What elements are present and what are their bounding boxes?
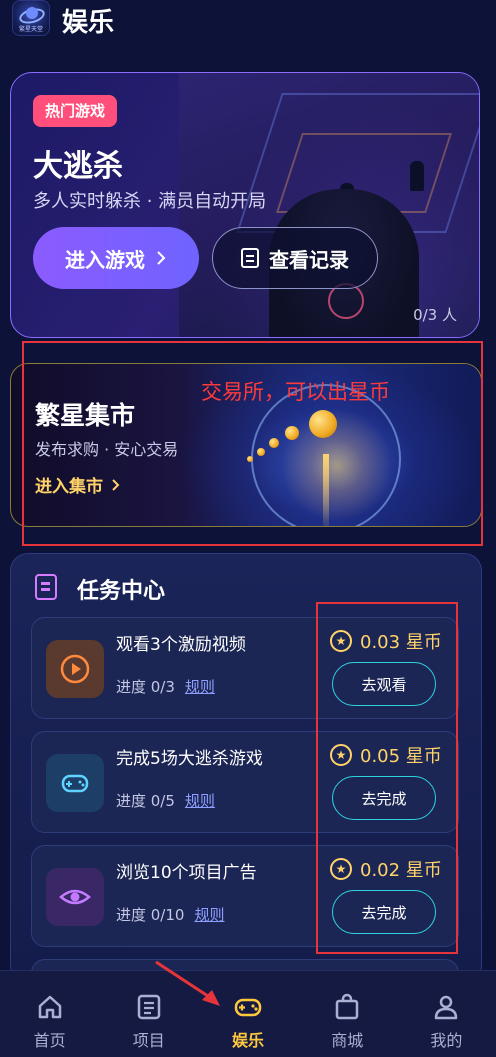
document-icon [241, 248, 259, 268]
complete-task-button[interactable]: 去完成 [332, 890, 436, 934]
market-card[interactable]: 交易所，可以出星币 繁星集市 发布求购 · 安心交易 进入集市 [10, 363, 482, 527]
gamepad-icon [61, 774, 89, 793]
page-title: 娱乐 [62, 8, 115, 38]
nav-item-home[interactable]: 首页 [0, 971, 99, 1057]
task-progress-text: 进度 0/5 [116, 792, 175, 810]
view-records-button[interactable]: 查看记录 [212, 227, 378, 289]
task-center-title: 任务中心 [77, 579, 166, 604]
app-logo: 繁星天堂 [12, 0, 50, 36]
nav-item-projects[interactable]: 项目 [99, 971, 198, 1057]
game-subtitle: 多人实时躲杀 · 满员自动开局 [33, 191, 267, 212]
nav-label: 我的 [430, 1031, 463, 1050]
task-icon-box [46, 640, 104, 698]
coin-icon [309, 410, 337, 438]
task-item: 浏览10个项目广告 进度 0/10 规则 ★ 0.02 星币 去完成 [31, 845, 459, 947]
eye-icon [59, 889, 91, 905]
task-rule-link[interactable]: 规则 [185, 678, 215, 696]
task-icon-box [46, 868, 104, 926]
task-progress: 进度 0/10 规则 [116, 904, 224, 925]
task-name: 浏览10个项目广告 [116, 863, 257, 883]
scene-figure [410, 161, 424, 191]
task-reward-value: 0.03 星币 [360, 632, 442, 653]
enter-game-label: 进入游戏 [65, 247, 145, 272]
task-reward: ★ 0.05 星币 [330, 742, 442, 768]
task-progress: 进度 0/5 规则 [116, 790, 215, 811]
task-rule-link[interactable]: 规则 [185, 792, 215, 810]
bottom-nav: 首页 项目 娱乐 商城 我的 [0, 970, 496, 1057]
market-annotation: 交易所，可以出星币 [201, 380, 390, 404]
chevron-right-icon [157, 251, 166, 265]
watch-video-button[interactable]: 去观看 [332, 662, 436, 706]
market-subtitle: 发布求购 · 安心交易 [35, 440, 179, 459]
home-icon [38, 995, 61, 1019]
user-icon [435, 995, 458, 1020]
task-center: 任务中心 观看3个激励视频 进度 0/3 规则 ★ 0.03 星币 去观看 完成… [10, 553, 482, 983]
list-icon [137, 994, 161, 1020]
nav-item-shop[interactable]: 商城 [298, 971, 397, 1057]
gamepad-icon [234, 998, 262, 1017]
nav-label: 项目 [132, 1031, 165, 1050]
task-item: 观看3个激励视频 进度 0/3 规则 ★ 0.03 星币 去观看 [31, 617, 459, 719]
star-coin-icon: ★ [330, 858, 352, 880]
market-title: 繁星集市 [35, 401, 136, 430]
coin-icon [257, 448, 265, 456]
task-name: 完成5场大逃杀游戏 [116, 749, 263, 769]
nav-label: 娱乐 [232, 1031, 265, 1050]
hot-game-badge: 热门游戏 [33, 95, 118, 127]
clipboard-icon [35, 574, 57, 600]
view-records-label: 查看记录 [269, 247, 349, 272]
player-count: 0/3 人 [413, 306, 457, 324]
hero-game-card[interactable]: 热门游戏 大逃杀 多人实时躲杀 · 满员自动开局 进入游戏 查看记录 0/3 人 [10, 72, 480, 338]
logo-text: 繁星天堂 [18, 26, 43, 33]
task-progress-text: 进度 0/3 [116, 678, 175, 696]
coin-icon [285, 426, 299, 440]
enter-game-button[interactable]: 进入游戏 [33, 227, 199, 289]
play-icon [60, 654, 90, 684]
logo-planet [26, 7, 38, 19]
nav-item-profile[interactable]: 我的 [397, 971, 496, 1057]
task-reward: ★ 0.02 星币 [330, 856, 442, 882]
coin-icon [269, 438, 279, 448]
game-title: 大逃杀 [33, 149, 123, 184]
header: 繁星天堂 娱乐 [0, 0, 496, 40]
nav-item-entertainment[interactable]: 娱乐 [198, 971, 297, 1057]
nav-label: 商城 [331, 1031, 364, 1050]
task-progress: 进度 0/3 规则 [116, 676, 215, 697]
task-reward: ★ 0.03 星币 [330, 628, 442, 654]
task-name: 观看3个激励视频 [116, 635, 246, 655]
coin-icon [247, 456, 253, 462]
shopping-bag-icon [335, 993, 359, 1020]
enter-market-label: 进入集市 [35, 477, 103, 497]
nav-label: 首页 [33, 1031, 66, 1050]
task-item: 完成5场大逃杀游戏 进度 0/5 规则 ★ 0.05 星币 去完成 [31, 731, 459, 833]
task-icon-box [46, 754, 104, 812]
star-coin-icon: ★ [330, 744, 352, 766]
enter-market-link[interactable]: 进入集市 [35, 472, 121, 497]
task-progress-text: 进度 0/10 [116, 906, 185, 924]
star-coin-icon: ★ [330, 630, 352, 652]
task-reward-value: 0.02 星币 [360, 860, 442, 881]
light-beam [323, 454, 329, 526]
task-reward-value: 0.05 星币 [360, 746, 442, 767]
task-rule-link[interactable]: 规则 [194, 906, 224, 924]
chevron-right-icon [112, 478, 120, 491]
complete-task-button[interactable]: 去完成 [332, 776, 436, 820]
